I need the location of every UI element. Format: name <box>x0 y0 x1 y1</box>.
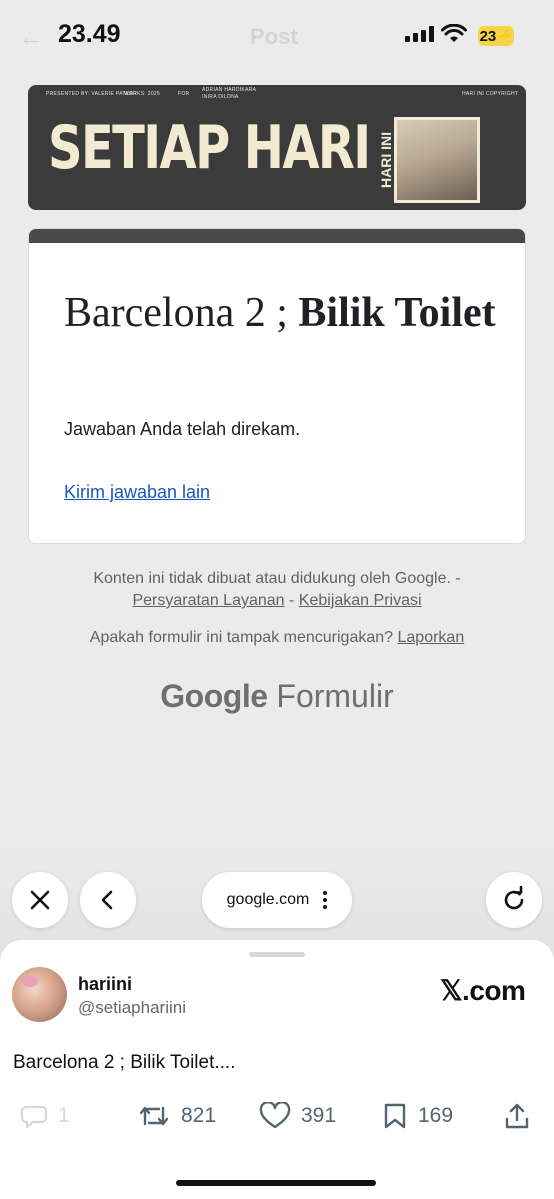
chevron-left-icon <box>101 890 113 910</box>
banner-works: WORKS: 2025 <box>124 91 161 97</box>
tweet-sheet: hariini @setiaphariini 𝕏.com Barcelona 2… <box>0 940 554 1199</box>
banner-photo <box>394 117 480 203</box>
form-title-regular: Barcelona 2 ; <box>64 290 299 336</box>
google-forms-logo: Google Formulir <box>0 678 554 715</box>
comment-icon <box>20 1105 48 1129</box>
retweet-button[interactable]: 821 <box>137 1102 216 1130</box>
banner-for-label: FOR <box>178 91 190 97</box>
policy-links: Persyaratan Layanan - Kebijakan Privasi <box>0 592 554 610</box>
policy-separator: - <box>289 592 295 609</box>
x-com-link[interactable]: 𝕏.com <box>440 974 526 1007</box>
url-bar[interactable]: google.com <box>202 872 352 928</box>
reply-count: 1 <box>58 1104 70 1127</box>
share-icon <box>505 1103 529 1129</box>
status-time: 23.49 <box>58 20 121 48</box>
report-line: Apakah formulir ini tampak mencurigakan?… <box>0 629 554 647</box>
terms-link[interactable]: Persyaratan Layanan <box>132 592 284 609</box>
status-bar: ← Post 23.49 23 ⚡ <box>0 0 554 72</box>
like-count: 391 <box>301 1104 337 1127</box>
banner-for-names-2: INIRA DILONA <box>202 94 239 100</box>
form-header-banner: PRESENTED BY: VALERIE PATKAR WORKS: 2025… <box>28 85 526 210</box>
banner-copyright: HARI INI COPYRIGHT <box>462 91 519 97</box>
disclaimer-text: Konten ini tidak dibuat atau didukung ol… <box>93 570 461 587</box>
retweet-icon <box>139 1106 169 1126</box>
form-title-bold: Bilik Toilet <box>298 290 496 336</box>
report-link[interactable]: Laporkan <box>398 629 465 646</box>
banner-vertical-text: HARI INI <box>378 132 394 188</box>
google-wordmark: Google <box>160 678 268 714</box>
confirmation-message: Jawaban Anda telah direkam. <box>64 419 301 439</box>
background-back-icon: ← <box>18 22 44 52</box>
response-card: Barcelona 2 ; Bilik Toilet Jawaban Anda … <box>28 228 526 544</box>
card-accent-bar <box>29 229 525 243</box>
bookmark-count: 169 <box>418 1104 454 1127</box>
retweet-count: 821 <box>181 1104 217 1127</box>
battery-icon: 23 ⚡ <box>478 26 514 46</box>
banner-vertical-text-box: HARI INI <box>376 125 396 195</box>
bookmark-button[interactable]: 169 <box>382 1102 453 1130</box>
form-title: Barcelona 2 ; Bilik Toilet <box>64 287 504 339</box>
close-icon <box>30 890 50 910</box>
more-options-icon[interactable] <box>323 891 328 909</box>
banner-for-names-1: ADRIAN HARDIKARA <box>202 87 257 93</box>
cellular-signal-icon <box>405 26 434 42</box>
banner-title: SETIAP HARI <box>48 113 371 183</box>
tweet-text: Barcelona 2 ; Bilik Toilet.... <box>13 1052 236 1073</box>
reload-button[interactable] <box>486 872 542 928</box>
reply-button[interactable]: 1 <box>20 1102 70 1130</box>
suspicious-text: Apakah formulir ini tampak mencurigakan? <box>89 629 394 646</box>
privacy-link[interactable]: Kebijakan Privasi <box>299 592 422 609</box>
background-page-title: Post <box>250 24 298 49</box>
close-button[interactable] <box>12 872 68 928</box>
user-handle[interactable]: @setiaphariini <box>78 998 186 1018</box>
home-indicator[interactable] <box>176 1180 376 1186</box>
forms-wordmark: Formulir <box>276 678 394 714</box>
display-name[interactable]: hariini <box>78 974 132 995</box>
like-button[interactable]: 391 <box>259 1102 336 1130</box>
reload-icon <box>504 886 524 910</box>
back-button[interactable] <box>80 872 136 928</box>
heart-icon <box>259 1102 291 1129</box>
bookmark-icon <box>384 1103 406 1129</box>
wifi-icon <box>441 24 467 42</box>
share-button[interactable] <box>504 1102 530 1130</box>
sheet-grabber[interactable] <box>249 952 305 957</box>
avatar[interactable] <box>12 967 67 1022</box>
battery-level: 23 <box>479 27 497 45</box>
url-text: google.com <box>226 891 310 908</box>
submit-another-link[interactable]: Kirim jawaban lain <box>64 482 210 503</box>
disclaimer-line: Konten ini tidak dibuat atau didukung ol… <box>0 570 554 588</box>
